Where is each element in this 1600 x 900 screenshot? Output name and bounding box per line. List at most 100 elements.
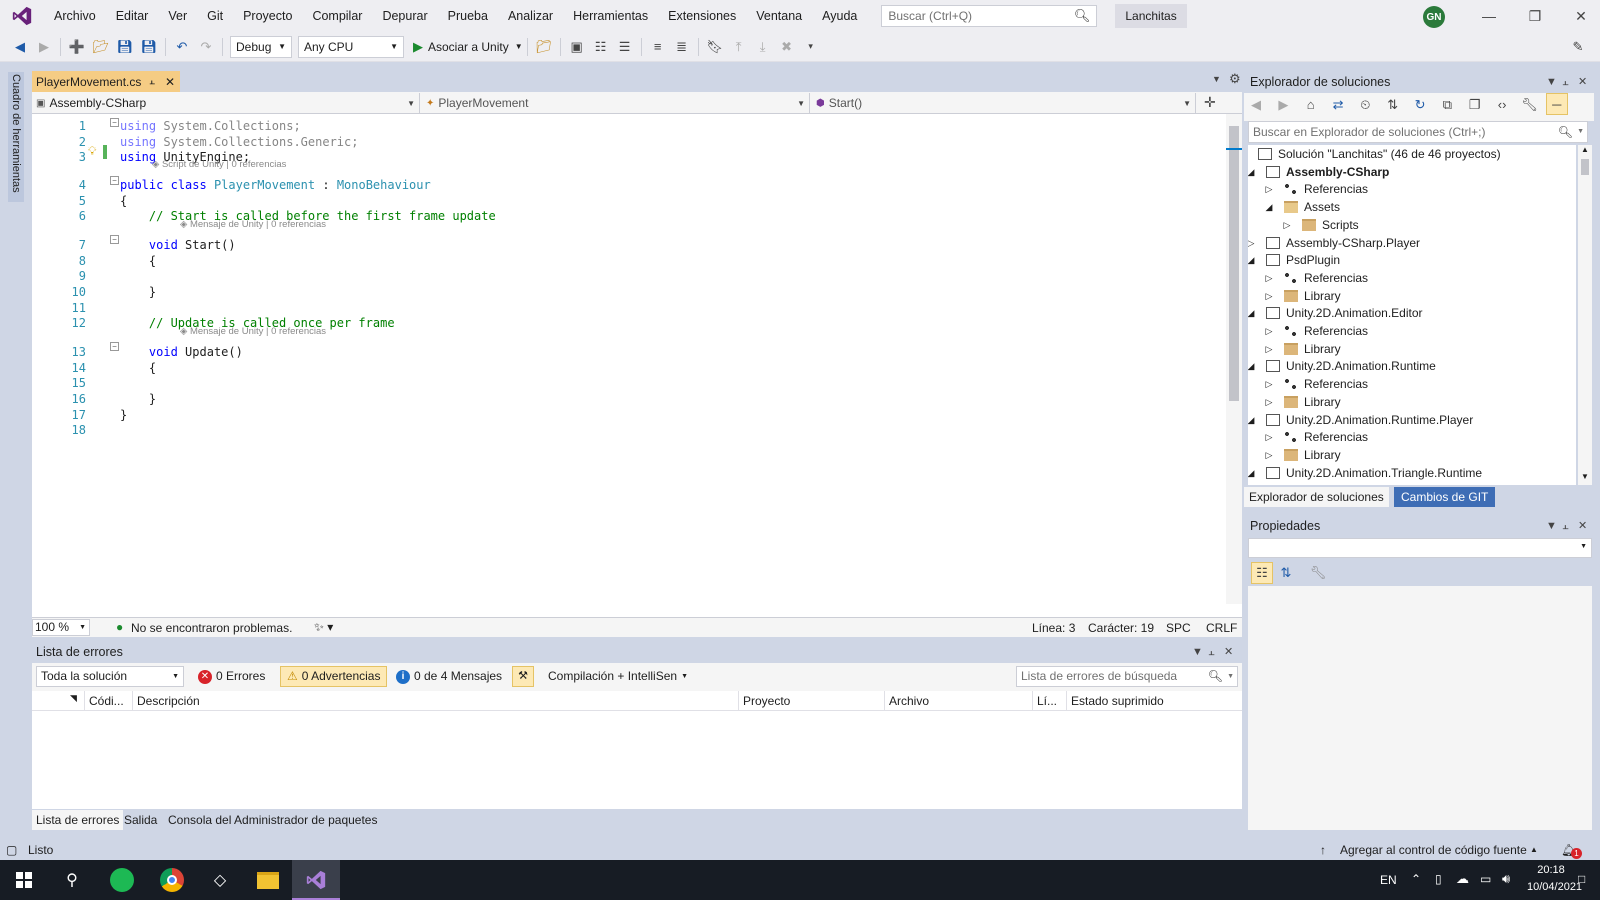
tab-solution-explorer[interactable]: Explorador de soluciones (1244, 487, 1389, 507)
menu-item[interactable]: Herramientas (563, 0, 658, 32)
code-line[interactable]: 14 { (32, 360, 1222, 376)
chevron-down-icon[interactable]: ▼ (1546, 515, 1557, 537)
prev-bookmark-icon[interactable]: ⤒ (728, 36, 750, 58)
live-share-icon[interactable]: ✎ (1567, 36, 1589, 58)
pin-icon[interactable]: ⫠ (149, 76, 155, 87)
class-nav-select[interactable]: ✦ PlayerMovement ▼ (422, 93, 810, 113)
clear-bookmarks-icon[interactable]: ✖ (776, 36, 798, 58)
collapsed-arrow-icon[interactable]: ▷ (1264, 375, 1274, 393)
close-tab-icon[interactable]: ✕ (165, 75, 175, 89)
menu-item[interactable]: Ver (158, 0, 197, 32)
no-issues-text[interactable]: No se encontraron problemas. (131, 621, 292, 635)
global-search-input[interactable]: Buscar (Ctrl+Q) 🔍︎ (881, 5, 1098, 27)
code-line[interactable]: 11 (32, 300, 1222, 316)
uncomment-icon[interactable]: ≣ (671, 36, 693, 58)
code-line[interactable]: 1 using System.Collections; (32, 118, 1222, 134)
tree-item[interactable]: ▷ Scripts (1248, 216, 1576, 234)
codelens-hint[interactable]: ◈ Script de Unity | 0 referencias (152, 159, 286, 171)
close-icon[interactable]: ✕ (1578, 71, 1587, 93)
solution-tree-scrollbar[interactable]: ▲ ▼ (1578, 145, 1592, 485)
action-center-icon[interactable]: □ (1578, 872, 1585, 886)
tree-item[interactable]: ▷ Referencias (1248, 180, 1576, 198)
tree-item[interactable]: ◢ Unity.2D.Animation.Triangle.Runtime (1248, 464, 1576, 482)
fold-toggle-icon[interactable]: − (110, 118, 119, 127)
expanded-arrow-icon[interactable]: ◢ (1248, 357, 1256, 375)
tree-item[interactable]: Solución "Lanchitas" (46 de 46 proyectos… (1248, 145, 1576, 163)
menu-item[interactable]: Depurar (372, 0, 437, 32)
code-line[interactable]: 16 } (32, 391, 1222, 407)
file-explorer-icon[interactable] (244, 860, 292, 900)
code-line[interactable]: 2 using System.Collections.Generic; (32, 134, 1222, 150)
save-icon[interactable]: 💾︎ (114, 36, 136, 58)
collapsed-arrow-icon[interactable]: ▷ (1264, 287, 1274, 305)
menu-item[interactable]: Editar (106, 0, 159, 32)
menu-item[interactable]: Compilar (302, 0, 372, 32)
comment-icon[interactable]: ≡ (647, 36, 669, 58)
scroll-up-icon[interactable]: ▲ (1581, 145, 1589, 154)
menu-item[interactable]: Ventana (746, 0, 812, 32)
windows-start-icon[interactable] (0, 860, 48, 900)
fold-toggle-icon[interactable]: − (110, 235, 119, 244)
code-line[interactable]: 18 (32, 422, 1222, 438)
tree-item[interactable]: ◢ PsdPlugin (1248, 251, 1576, 269)
tree-item[interactable]: ▷ Referencias (1248, 375, 1576, 393)
close-icon[interactable]: ✕ (1578, 515, 1587, 537)
tab-playermovement-cs[interactable]: PlayerMovement.cs ⫠ ✕ (32, 71, 180, 92)
properties-object-select[interactable]: ▼ (1248, 538, 1592, 558)
forward-icon[interactable]: ▶ (33, 36, 55, 58)
code-line[interactable]: 5{ (32, 193, 1222, 209)
member-nav-select[interactable]: ⬢ Start() ▼ (812, 93, 1196, 113)
code-line[interactable]: 17} (32, 407, 1222, 423)
clock-time[interactable]: 20:18 (1531, 864, 1571, 876)
column-header[interactable]: Archivo (884, 691, 1030, 711)
char-indicator[interactable]: Carácter: 19 (1088, 621, 1154, 635)
home-icon[interactable]: ⌂ (1300, 93, 1322, 115)
view-code-icon[interactable]: ‹› (1491, 93, 1513, 115)
expanded-arrow-icon[interactable]: ◢ (1264, 198, 1274, 216)
property-pages-icon[interactable]: 🔧︎ (1307, 562, 1329, 584)
preview-selected-icon[interactable]: ─ (1545, 93, 1568, 115)
errors-filter-button[interactable]: ✕ 0 Errores (194, 666, 269, 687)
visual-studio-taskbar-icon[interactable] (292, 860, 340, 900)
tree-item[interactable]: ◢ Unity.2D.Animation.Runtime (1248, 357, 1576, 375)
build-source-select[interactable]: Compilación + IntelliSen ▼ (542, 666, 692, 687)
lightbulb-icon[interactable]: 💡︎ (88, 144, 96, 159)
hierarchy-icon[interactable]: ☷ (590, 36, 612, 58)
unity-app-icon[interactable]: ◇ (196, 860, 244, 900)
platform-select[interactable]: Any CPU ▼ (298, 35, 404, 58)
collapsed-arrow-icon[interactable]: ▷ (1264, 269, 1274, 287)
chrome-icon[interactable] (148, 860, 196, 900)
user-avatar[interactable]: GN (1423, 6, 1445, 28)
show-all-files-icon[interactable]: ❐ (1464, 94, 1486, 116)
chevron-down-icon[interactable]: ▼ (1546, 71, 1557, 93)
menu-item[interactable]: Archivo (44, 0, 106, 32)
code-line[interactable]: 7 void Start() (32, 237, 1222, 253)
tree-item[interactable]: ▷ Assembly-CSharp.Player (1248, 234, 1576, 252)
tree-item[interactable]: ▷ Referencias (1248, 269, 1576, 287)
scrollbar-thumb[interactable] (1229, 126, 1239, 401)
menu-item[interactable]: Git (197, 0, 233, 32)
warnings-filter-button[interactable]: ⚠︎ 0 Advertencias (280, 666, 388, 687)
collapsed-arrow-icon[interactable]: ▷ (1264, 340, 1274, 358)
close-icon[interactable]: ✕ (1224, 641, 1233, 663)
code-line[interactable]: 9 (32, 268, 1222, 284)
menu-item[interactable]: Ayuda (812, 0, 867, 32)
line-indicator[interactable]: Línea: 3 (1032, 621, 1075, 635)
bottom-tab[interactable]: Lista de errores (32, 810, 124, 830)
collapsed-arrow-icon[interactable]: ▷ (1264, 180, 1274, 198)
open-folder-icon[interactable]: 📂︎ (90, 36, 112, 58)
new-project-icon[interactable]: ➕ (66, 36, 88, 58)
menu-item[interactable]: Prueba (438, 0, 498, 32)
back-icon[interactable]: ◀ (9, 36, 31, 58)
editor-vertical-scrollbar[interactable] (1226, 114, 1242, 604)
language-indicator[interactable]: EN (1380, 873, 1397, 887)
code-line[interactable]: 8 { (32, 253, 1222, 269)
scope-select[interactable]: Toda la solución ▼ (36, 666, 184, 687)
back-icon[interactable]: ◀ (1245, 94, 1267, 116)
tree-item[interactable]: ▷ Library (1248, 446, 1576, 464)
toolbox-tab[interactable]: Cuadro de herramientas (8, 72, 24, 202)
tree-item[interactable]: ▷ Library (1248, 287, 1576, 305)
pin-icon[interactable]: ⫠ (1208, 641, 1215, 663)
restore-icon[interactable]: ❐ (1512, 0, 1558, 32)
column-header[interactable]: Códi... (84, 691, 130, 711)
